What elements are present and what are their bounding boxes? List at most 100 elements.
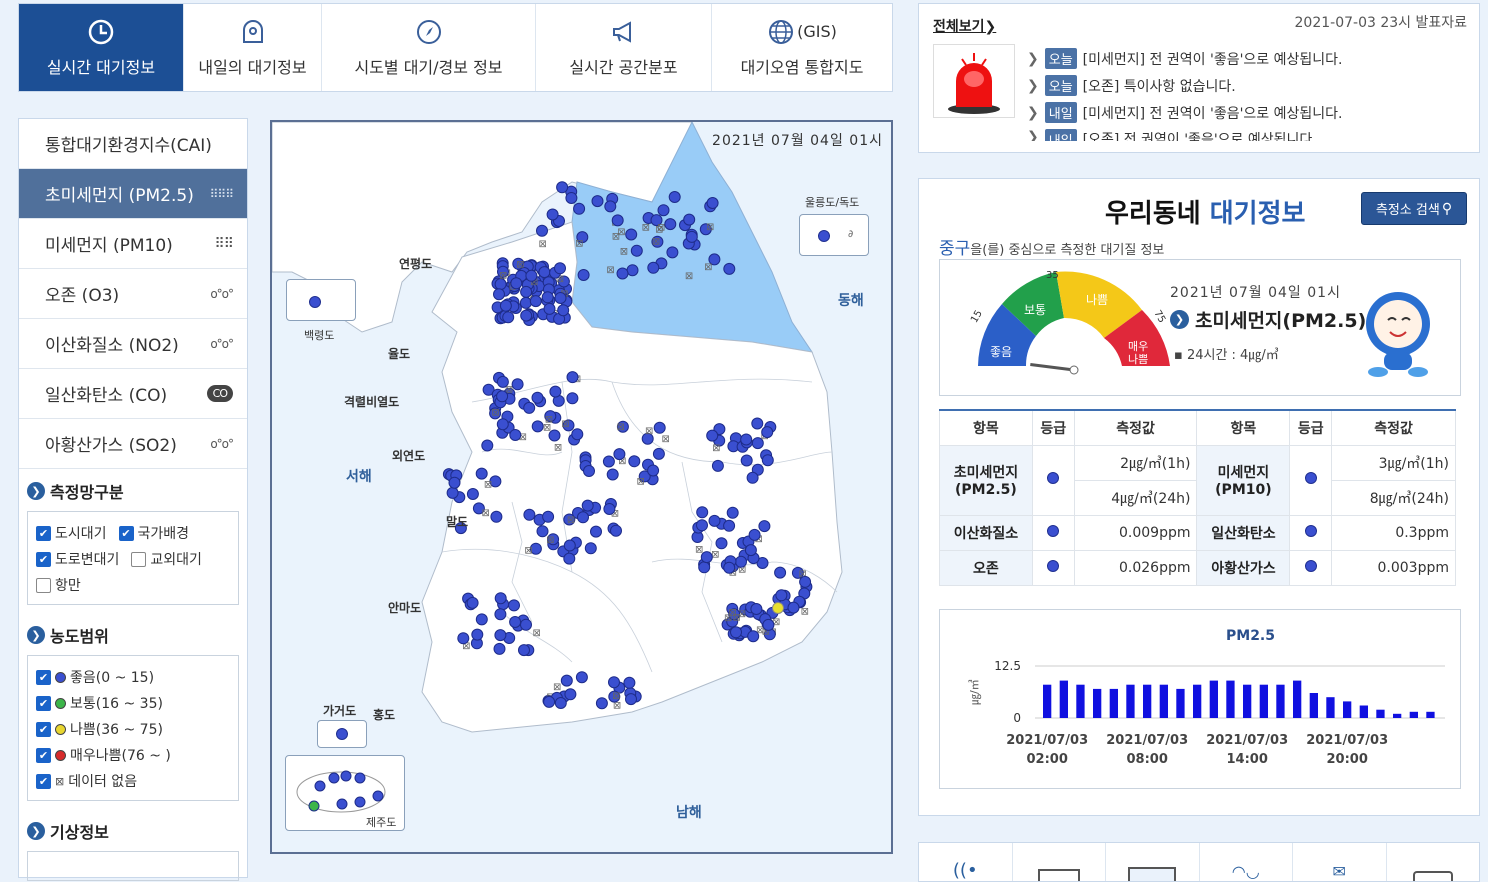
station-dot[interactable] xyxy=(628,455,641,468)
notice-item[interactable]: ❯ 오늘 [미세먼지] 전 권역이 '좋음'으로 예상됩니다. xyxy=(1027,48,1343,69)
station-dot[interactable] xyxy=(751,417,764,430)
quick-link-mail[interactable]: ✉ xyxy=(1293,843,1387,881)
station-dot[interactable] xyxy=(652,447,665,460)
notice-item[interactable]: ❯ 내일 [미세먼지] 전 권역이 '좋음'으로 예상됩니다. xyxy=(1027,102,1343,123)
station-search-button[interactable]: 측정소 검색 ⚲ xyxy=(1361,192,1467,225)
station-dot[interactable] xyxy=(623,676,636,689)
station-dot[interactable] xyxy=(698,561,711,574)
station-dot[interactable] xyxy=(626,264,639,277)
station-dot[interactable] xyxy=(446,486,459,499)
checkbox-national[interactable]: ✔ xyxy=(118,525,134,541)
station-dot[interactable] xyxy=(581,499,594,512)
station-dot[interactable] xyxy=(538,266,551,279)
station-dot[interactable] xyxy=(354,772,366,784)
station-dot[interactable] xyxy=(546,208,559,221)
station-dot[interactable] xyxy=(583,465,595,477)
quick-link-signal[interactable]: ((• xyxy=(919,843,1013,881)
station-dot[interactable] xyxy=(700,551,713,564)
station-dot[interactable] xyxy=(610,524,622,537)
station-dot[interactable] xyxy=(625,228,638,241)
menu-item-cai[interactable]: 통합대기환경지수(CAI) xyxy=(19,119,247,169)
station-dot[interactable] xyxy=(510,277,523,290)
station-dot[interactable] xyxy=(520,309,533,322)
station-dot[interactable] xyxy=(723,519,736,532)
station-dot[interactable] xyxy=(466,488,479,500)
station-dot[interactable] xyxy=(653,421,666,434)
station-dot[interactable] xyxy=(475,467,488,480)
station-dot[interactable] xyxy=(696,506,709,519)
station-dot[interactable] xyxy=(613,448,626,461)
station-dot[interactable] xyxy=(563,539,576,552)
station-dot[interactable] xyxy=(664,218,677,231)
station-dot[interactable] xyxy=(566,392,579,405)
quick-link-monitor[interactable] xyxy=(1106,843,1200,881)
station-dot[interactable] xyxy=(493,642,506,655)
station-dot[interactable] xyxy=(740,454,753,467)
station-dot[interactable] xyxy=(481,439,494,452)
checkbox-bad[interactable]: ✔ xyxy=(36,721,51,737)
station-dot[interactable] xyxy=(584,542,597,555)
station-dot[interactable] xyxy=(706,197,719,209)
station-dot[interactable] xyxy=(494,629,507,642)
baengnyeong-inset[interactable] xyxy=(286,279,356,321)
menu-item-pm25[interactable]: 초미세먼지 (PM2.5) ⠿⠿⠿ xyxy=(19,169,247,219)
station-dot[interactable] xyxy=(493,288,505,301)
station-dot[interactable] xyxy=(531,420,544,433)
station-dot[interactable] xyxy=(761,426,774,439)
station-dot[interactable] xyxy=(523,401,536,414)
station-dot[interactable] xyxy=(775,589,788,602)
gageo-inset[interactable] xyxy=(317,720,367,748)
station-dot[interactable] xyxy=(523,508,536,521)
station-dot[interactable] xyxy=(762,618,775,631)
station-dot[interactable] xyxy=(519,296,532,309)
notice-item[interactable]: ❯내일[오존] 전 권역이 '좋음'으로 예상됩니다. xyxy=(1027,129,1317,141)
station-dot[interactable] xyxy=(647,464,660,477)
station-dot[interactable] xyxy=(542,510,555,523)
jeju-inset[interactable]: 제주도 xyxy=(285,755,405,831)
view-all-link[interactable]: 전체보기❯ xyxy=(933,16,996,36)
station-dot[interactable] xyxy=(616,267,629,280)
station-dot[interactable] xyxy=(595,697,608,710)
station-dot[interactable] xyxy=(715,537,728,550)
station-dot[interactable] xyxy=(711,459,724,472)
station-dot[interactable] xyxy=(602,455,615,468)
station-dot[interactable] xyxy=(525,269,538,282)
station-dot[interactable] xyxy=(308,800,320,812)
station-dot[interactable] xyxy=(520,285,533,298)
station-dot[interactable] xyxy=(625,693,637,706)
station-dot[interactable] xyxy=(557,304,570,317)
station-dot[interactable] xyxy=(563,552,576,565)
quick-link-alert[interactable]: ◠◡ xyxy=(1200,843,1293,881)
station-dot[interactable] xyxy=(372,790,384,802)
station-dot[interactable] xyxy=(668,191,681,203)
station-dot[interactable] xyxy=(630,244,643,257)
station-dot[interactable] xyxy=(494,592,507,605)
station-dot[interactable] xyxy=(340,770,352,782)
station-dot[interactable] xyxy=(735,555,747,568)
station-dot[interactable] xyxy=(750,603,763,615)
checkbox-very-bad[interactable]: ✔ xyxy=(36,747,51,763)
tab-realtime[interactable]: 실시간 대기정보 xyxy=(19,4,184,91)
station-dot[interactable] xyxy=(556,181,569,194)
tab-spatial[interactable]: 실시간 공간분포 xyxy=(536,4,712,91)
station-dot[interactable] xyxy=(747,630,760,643)
station-dot[interactable] xyxy=(328,772,340,784)
menu-item-so2[interactable]: 아황산가스 (SO2) o°o° xyxy=(19,419,247,469)
station-dot[interactable] xyxy=(496,390,509,403)
station-dot[interactable] xyxy=(499,299,512,312)
tab-province[interactable]: 시도별 대기/경보 정보 xyxy=(322,4,536,91)
station-dot[interactable] xyxy=(448,476,461,489)
station-dot[interactable] xyxy=(571,428,584,441)
menu-item-o3[interactable]: 오존 (O3) o°o° xyxy=(19,269,247,319)
station-dot[interactable] xyxy=(509,616,522,628)
station-map[interactable]: ⊠ ⊠ ⊠ ⊠ ⊠ ⊠ ⊠ ⊠ ⊠ ⊠ ⊠ ⊠ ⊠ ⊠ ⊠ ⊠ ⊠ ⊠ ⊠ ⊠ ⊠ ⊠ ⊠ ⊠ ⊠ ⊠ ⊠ ⊠ ⊠ ⊠ ⊠ ⊠ ⊠ ⊠ ⊠ ⊠ ⊠ ⊠ ⊠ ⊠… xyxy=(270,120,893,854)
station-dot[interactable] xyxy=(336,798,348,810)
quick-link-device[interactable] xyxy=(1387,843,1480,881)
station-dot[interactable] xyxy=(575,671,588,684)
station-dot[interactable] xyxy=(549,385,562,398)
station-dot[interactable] xyxy=(761,454,774,467)
station-dot[interactable] xyxy=(354,796,366,808)
station-dot[interactable] xyxy=(573,202,586,215)
station-dot[interactable] xyxy=(554,697,567,709)
station-dot[interactable] xyxy=(566,371,579,384)
